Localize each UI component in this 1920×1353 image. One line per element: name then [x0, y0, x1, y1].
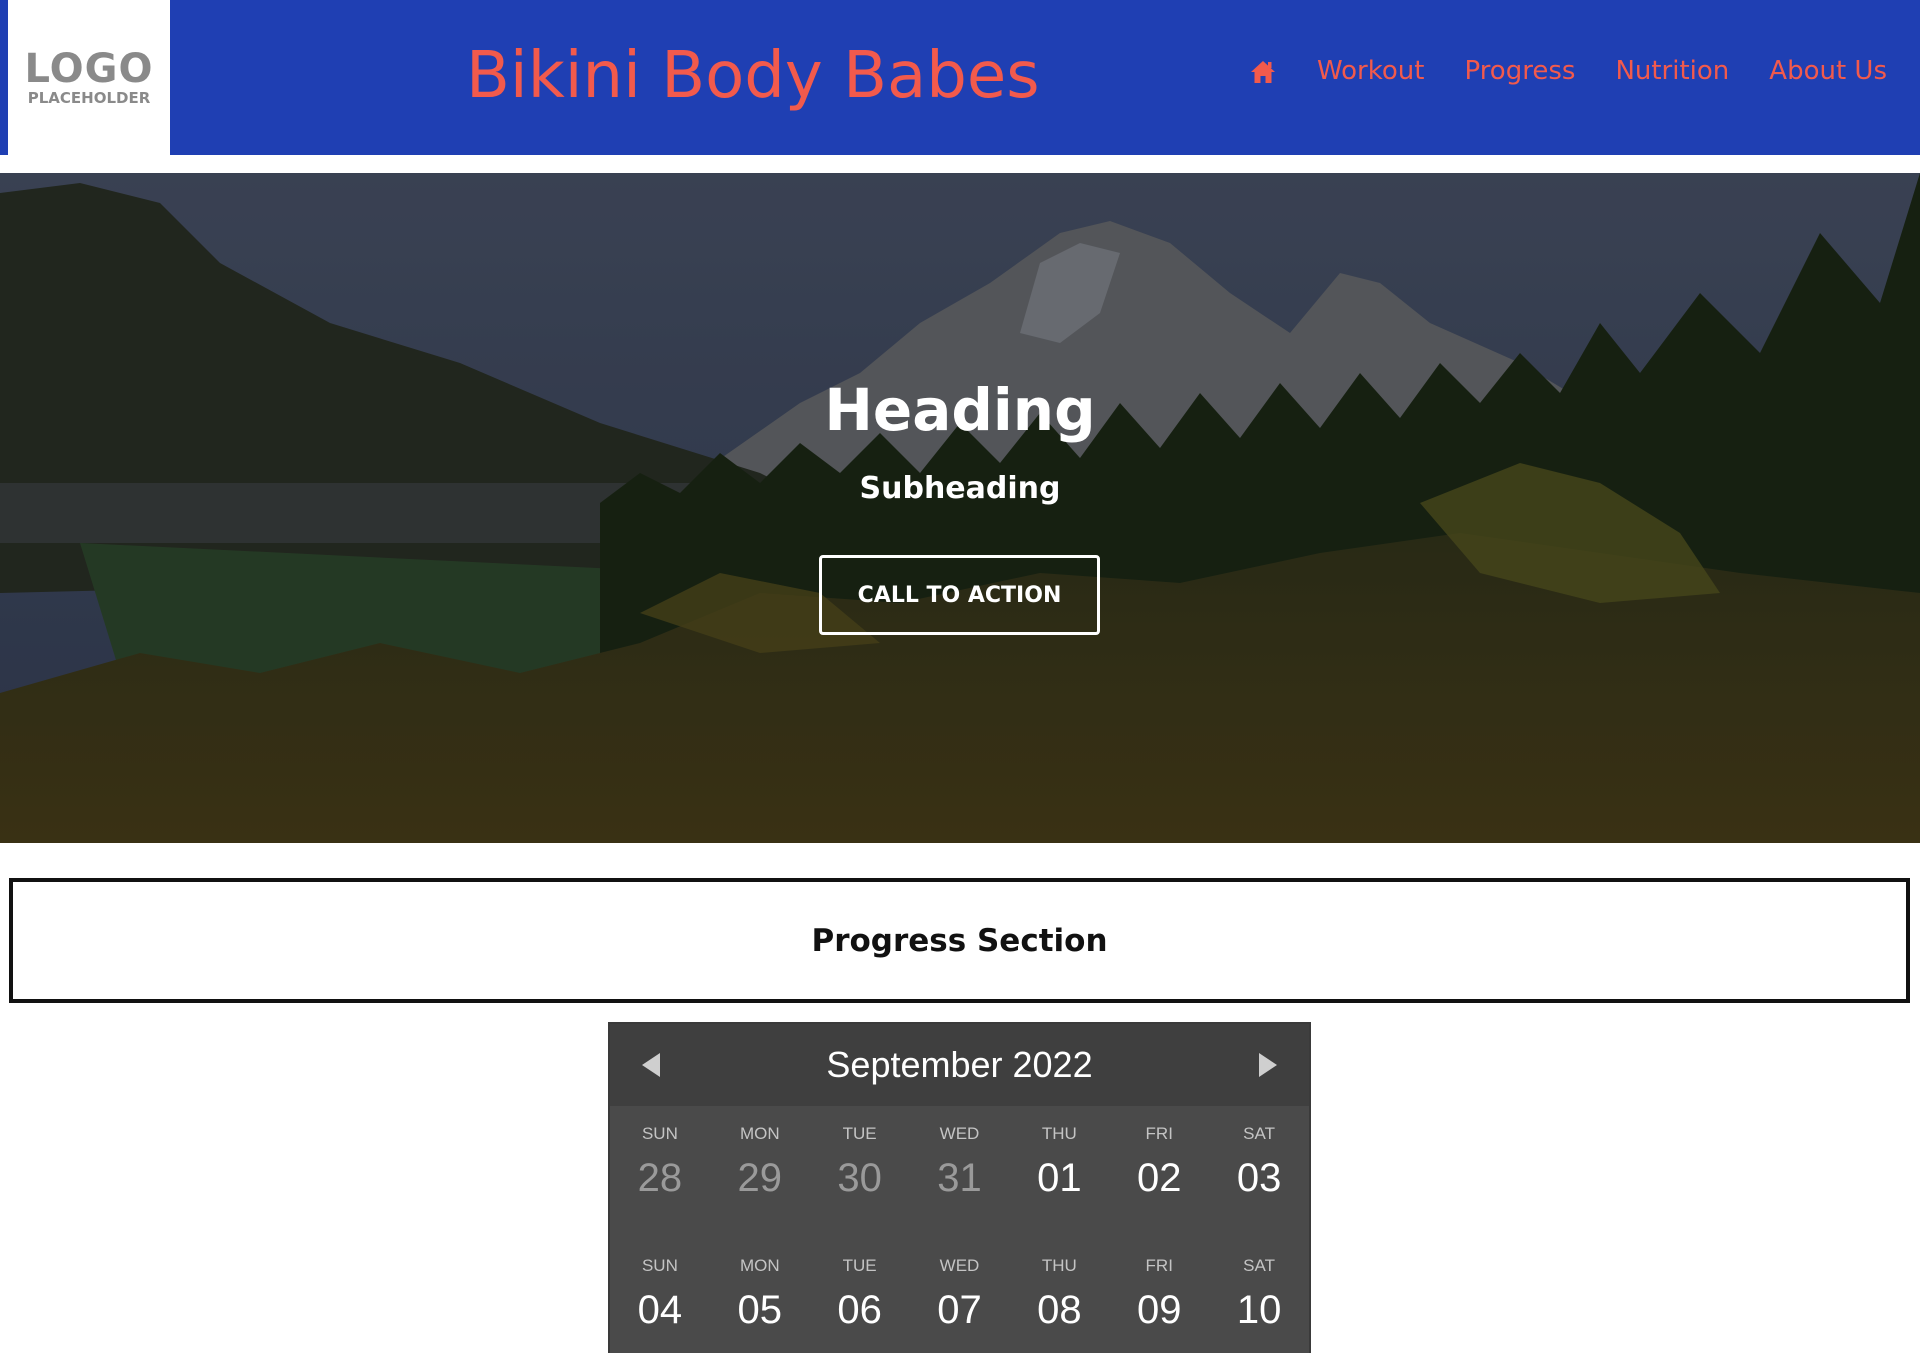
calendar-day[interactable]: SUN 28: [610, 1106, 710, 1206]
day-of-week-label: MON: [739, 1256, 780, 1275]
site-title: Bikini Body Babes: [466, 39, 1040, 113]
day-of-week-label: TUE: [842, 1124, 877, 1143]
day-number: 28: [637, 1156, 683, 1200]
progress-section: Progress Section: [9, 878, 1910, 1003]
logo[interactable]: LOGO PLACEHOLDER: [8, 0, 170, 155]
calendar-day[interactable]: THU 08: [1009, 1238, 1109, 1338]
calendar-day[interactable]: TUE 30: [810, 1106, 910, 1206]
calendar-day[interactable]: MON 05: [710, 1238, 810, 1338]
site-header: LOGO PLACEHOLDER Bikini Body Babes Worko…: [0, 0, 1920, 155]
day-of-week-label: THU: [1041, 1124, 1077, 1143]
day-number: 07: [937, 1288, 982, 1332]
day-number: 08: [1037, 1288, 1082, 1332]
hero-subheading: Subheading: [859, 471, 1061, 506]
day-of-week-label: MON: [739, 1124, 780, 1143]
day-of-week-label: SAT: [1243, 1256, 1275, 1275]
calendar-day[interactable]: MON 29: [710, 1106, 810, 1206]
nav-item-nutrition[interactable]: Nutrition: [1615, 56, 1729, 87]
day-of-week-label: SUN: [641, 1256, 678, 1275]
calendar-day[interactable]: SUN 04: [610, 1238, 710, 1338]
hero-banner: Heading Subheading CALL TO ACTION: [0, 173, 1920, 843]
progress-section-title: Progress Section: [811, 922, 1108, 959]
home-icon-svg: [1250, 60, 1275, 83]
day-number: 31: [937, 1156, 982, 1200]
triangle-right-icon[interactable]: [1259, 1053, 1277, 1077]
day-of-week-label: FRI: [1145, 1256, 1173, 1275]
day-number: 30: [837, 1156, 882, 1200]
day-of-week-label: FRI: [1145, 1124, 1173, 1143]
nav-item-progress[interactable]: Progress: [1464, 56, 1575, 87]
calendar-week: SUN 04 MON 05 TUE 06 WED 07 THU 08 FRI 0…: [610, 1238, 1309, 1338]
calendar-month-label: September 2022: [826, 1044, 1093, 1085]
calendar: September 2022 SUN 28 MON 29 TUE 30 WED …: [608, 1022, 1311, 1353]
day-of-week-label: SAT: [1243, 1124, 1275, 1143]
day-of-week-label: WED: [939, 1256, 980, 1275]
main-nav: Workout Progress Nutrition About Us: [1249, 56, 1887, 87]
day-of-week-label: SUN: [641, 1124, 678, 1143]
day-number: 09: [1136, 1288, 1182, 1332]
calendar-day[interactable]: WED 07: [910, 1238, 1010, 1338]
calendar-day[interactable]: TUE 06: [810, 1238, 910, 1338]
calendar-header: September 2022: [610, 1024, 1309, 1106]
calendar-day[interactable]: THU 01: [1009, 1106, 1109, 1206]
logo-subtext: PLACEHOLDER: [27, 88, 151, 107]
nav-item-about-us[interactable]: About Us: [1769, 56, 1887, 87]
day-number: 06: [837, 1288, 882, 1332]
hero-overlay: [0, 173, 1920, 843]
calendar-day[interactable]: SAT 03: [1209, 1106, 1309, 1206]
home-icon[interactable]: [1249, 59, 1277, 85]
hero-heading: Heading: [824, 376, 1096, 444]
day-number: 02: [1136, 1156, 1182, 1200]
triangle-left-icon[interactable]: [642, 1053, 660, 1077]
day-number: 05: [737, 1288, 783, 1332]
calendar-week: SUN 28 MON 29 TUE 30 WED 31 THU 01 FRI 0…: [610, 1106, 1309, 1206]
calendar-day[interactable]: WED 31: [910, 1106, 1010, 1206]
day-number: 04: [637, 1288, 683, 1332]
nav-item-workout[interactable]: Workout: [1317, 56, 1425, 87]
calendar-day[interactable]: FRI 02: [1109, 1106, 1209, 1206]
calendar-day[interactable]: FRI 09: [1109, 1238, 1209, 1338]
day-number: 01: [1037, 1156, 1082, 1200]
logo-text: LOGO: [24, 45, 154, 92]
day-number: 03: [1236, 1156, 1282, 1200]
day-of-week-label: THU: [1041, 1256, 1077, 1275]
day-of-week-label: WED: [939, 1124, 980, 1143]
day-of-week-label: TUE: [842, 1256, 877, 1275]
day-number: 29: [737, 1156, 783, 1200]
call-to-action-button[interactable]: CALL TO ACTION: [819, 555, 1100, 635]
day-number: 10: [1236, 1288, 1282, 1332]
calendar-day[interactable]: SAT 10: [1209, 1238, 1309, 1338]
